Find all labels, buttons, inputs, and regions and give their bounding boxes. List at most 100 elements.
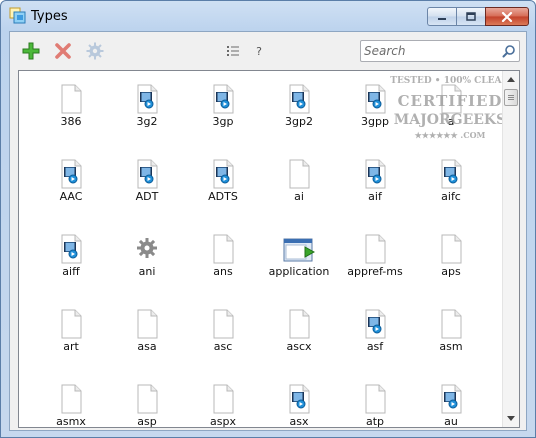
type-item[interactable]: ai (261, 152, 337, 222)
type-label: aif (368, 190, 382, 203)
add-type-button[interactable] (20, 40, 42, 62)
type-label: aifc (441, 190, 461, 203)
type-label: ADTS (208, 190, 238, 203)
type-item[interactable]: aiff (33, 227, 109, 297)
blank-file-icon (285, 158, 313, 190)
type-item[interactable]: asc (185, 302, 261, 372)
blank-file-icon (285, 308, 313, 340)
type-item[interactable]: atp (337, 377, 413, 428)
type-label: 3gp2 (285, 115, 313, 128)
media-file-icon (209, 83, 237, 115)
type-label: application (268, 265, 330, 278)
blank-file-icon (437, 308, 465, 340)
maximize-button[interactable] (456, 7, 485, 26)
blank-file-icon (361, 383, 389, 415)
help-label: ? (256, 44, 262, 58)
type-item[interactable]: aif (337, 152, 413, 222)
blank-file-icon (437, 233, 465, 265)
scroll-thumb[interactable] (504, 89, 518, 106)
scroll-up-button[interactable] (503, 71, 519, 88)
type-label: appref-ms (347, 265, 403, 278)
type-label: atp (365, 415, 385, 428)
type-item[interactable]: asp (109, 377, 185, 428)
type-item[interactable]: 3gp2 (261, 77, 337, 147)
media-file-icon (209, 158, 237, 190)
plus-icon (22, 42, 40, 60)
blank-file-icon (57, 83, 85, 115)
gear-icon (86, 42, 104, 60)
view-mode-button[interactable] (222, 40, 244, 62)
type-item[interactable]: asm (413, 302, 489, 372)
close-icon (501, 11, 513, 22)
caption-buttons (427, 7, 529, 27)
blank-file-icon (57, 383, 85, 415)
type-item[interactable]: 3gpp (337, 77, 413, 147)
media-file-icon (361, 158, 389, 190)
type-item[interactable]: asa (109, 302, 185, 372)
blank-file-icon (437, 83, 465, 115)
scroll-down-icon (507, 416, 515, 421)
type-label: asp (137, 415, 157, 428)
media-file-icon (57, 158, 85, 190)
type-item[interactable]: 3gp (185, 77, 261, 147)
type-label: asx (289, 415, 309, 428)
app-icon (9, 7, 26, 24)
type-item[interactable]: aifc (413, 152, 489, 222)
type-label: 3gp (212, 115, 234, 128)
application-icon (283, 233, 316, 265)
type-item[interactable]: asmx (33, 377, 109, 428)
type-label: ans (213, 265, 233, 278)
type-item[interactable]: aps (413, 227, 489, 297)
type-item[interactable]: 3g2 (109, 77, 185, 147)
type-label: ascx (286, 340, 312, 353)
type-item[interactable]: asx (261, 377, 337, 428)
type-item[interactable]: 386 (33, 77, 109, 147)
blank-file-icon (133, 383, 161, 415)
type-item[interactable]: art (33, 302, 109, 372)
media-file-icon (57, 233, 85, 265)
title-bar[interactable]: Types (1, 1, 535, 31)
type-item[interactable]: AAC (33, 152, 109, 222)
type-label: ani (138, 265, 156, 278)
type-item[interactable]: asf (337, 302, 413, 372)
search-box[interactable] (360, 40, 520, 62)
delete-type-button[interactable] (52, 40, 74, 62)
type-item[interactable]: aspx (185, 377, 261, 428)
type-label: 3gpp (361, 115, 389, 128)
type-label: asc (213, 340, 233, 353)
type-label: 386 (60, 115, 82, 128)
media-file-icon (437, 158, 465, 190)
minimize-button[interactable] (427, 7, 456, 26)
type-item[interactable]: application (261, 227, 337, 297)
media-file-icon (133, 158, 161, 190)
search-input[interactable] (364, 43, 496, 59)
type-item[interactable]: ADT (109, 152, 185, 222)
type-item[interactable]: ascx (261, 302, 337, 372)
type-label: aps (441, 265, 461, 278)
type-label: aiff (62, 265, 80, 278)
search-icon[interactable] (502, 44, 516, 58)
close-button[interactable] (485, 7, 529, 26)
blank-file-icon (133, 308, 161, 340)
settings-button[interactable] (84, 40, 106, 62)
media-file-icon (285, 383, 313, 415)
type-label: au (444, 415, 458, 428)
type-label: asmx (56, 415, 86, 428)
types-window: Types ? Search 386 3g2 3gp 3gp2 3gpp a A… (0, 0, 536, 438)
type-item[interactable]: ani (109, 227, 185, 297)
type-item[interactable]: ADTS (185, 152, 261, 222)
type-label: asa (137, 340, 157, 353)
type-item[interactable]: a (413, 77, 489, 147)
types-list[interactable]: 386 3g2 3gp 3gp2 3gpp a AAC ADT ADTS ai aif aifc aif… (18, 70, 520, 428)
vertical-scrollbar[interactable] (502, 71, 519, 427)
type-item[interactable]: au (413, 377, 489, 428)
type-item[interactable]: ans (185, 227, 261, 297)
type-label: aspx (210, 415, 236, 428)
type-label: ADT (135, 190, 159, 203)
help-button[interactable]: ? (248, 40, 270, 62)
blank-file-icon (57, 308, 85, 340)
type-item[interactable]: appref-ms (337, 227, 413, 297)
scroll-down-button[interactable] (503, 410, 519, 427)
media-file-icon (361, 308, 389, 340)
window-title: Types (31, 9, 68, 24)
